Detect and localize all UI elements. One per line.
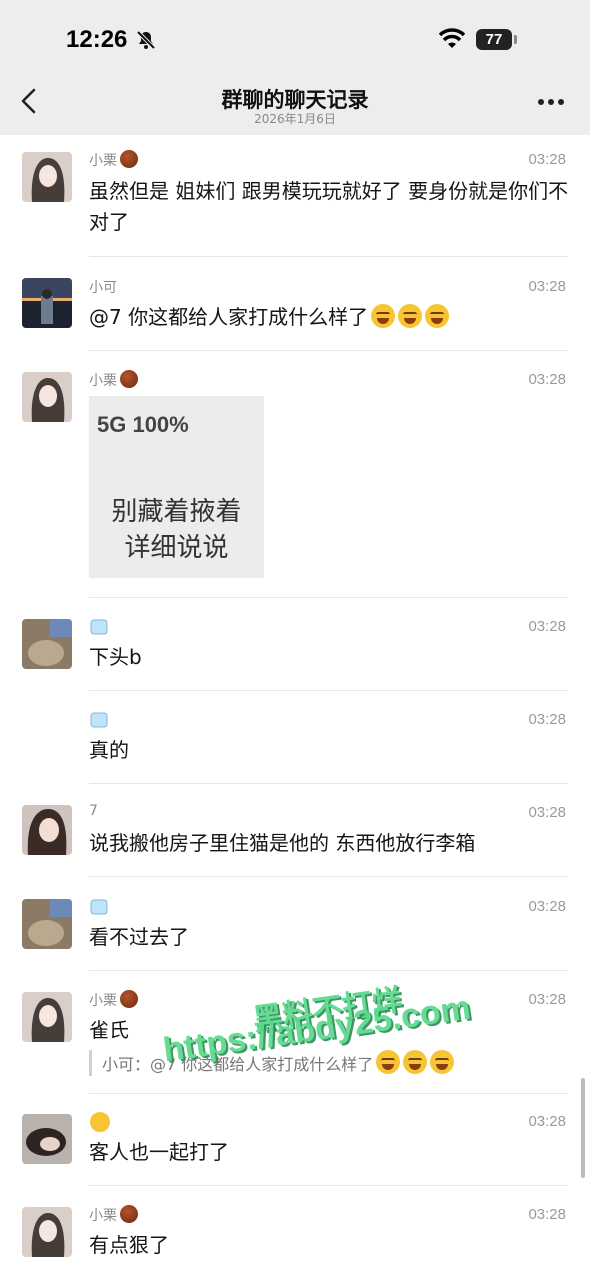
chat-header: 12:26 77 群聊的聊天记录 2026年1月6日: [0, 0, 590, 135]
divider: [89, 783, 568, 784]
avatar[interactable]: [22, 899, 72, 949]
battery-indicator: 77: [476, 29, 512, 50]
message-text: 说我搬他房子里住猫是他的 东西他放行李箱: [89, 831, 476, 855]
avatar[interactable]: [22, 619, 72, 669]
laugh-cry-emoji-icon: [371, 304, 396, 328]
message-time: 03:28: [528, 1113, 566, 1130]
sender-name: 小栗: [89, 370, 138, 390]
chestnut-icon: [120, 990, 138, 1008]
message-time: 03:28: [528, 1206, 566, 1223]
message-time: 03:28: [528, 618, 566, 635]
smile-emoji-icon: [90, 1112, 110, 1132]
ice-cube-icon: [90, 899, 108, 915]
sender-name: 小可: [89, 280, 117, 296]
laugh-cry-emoji-icon: [398, 304, 423, 328]
avatar[interactable]: [22, 805, 72, 855]
message-time: 03:28: [528, 278, 566, 295]
avatar[interactable]: [22, 1207, 72, 1257]
sender-name: 小栗: [89, 1205, 138, 1225]
laugh-cry-emoji-icon: [376, 1050, 401, 1074]
divider: [89, 690, 568, 691]
ice-cube-icon: [90, 619, 108, 635]
chestnut-icon: [120, 150, 138, 168]
sender-name: 小栗: [89, 990, 138, 1010]
message-time: 03:28: [528, 898, 566, 915]
sticker-text: 详细说说: [124, 533, 229, 563]
avatar[interactable]: [22, 372, 72, 422]
bell-slash-icon: [136, 30, 156, 50]
avatar[interactable]: [22, 992, 72, 1042]
divider: [89, 1185, 568, 1186]
avatar[interactable]: [22, 278, 72, 328]
sticker-status: 5G 100%: [97, 412, 189, 437]
laugh-cry-emoji-icon: [425, 304, 450, 328]
wifi-icon: [438, 28, 466, 48]
battery-cap: [514, 35, 517, 44]
chestnut-icon: [120, 1205, 138, 1223]
divider: [89, 1093, 568, 1094]
message-text: 有点狠了: [89, 1233, 169, 1257]
ice-cube-icon: [90, 712, 108, 728]
laugh-cry-emoji-icon: [403, 1050, 428, 1074]
message-text: 真的: [89, 738, 129, 762]
message-time: 03:28: [528, 151, 566, 168]
divider: [89, 597, 568, 598]
divider: [89, 970, 568, 971]
status-time: 12:26: [66, 26, 128, 53]
message-text: 客人也一起打了: [89, 1140, 229, 1164]
avatar[interactable]: [22, 152, 72, 202]
sender-name: 小栗: [89, 150, 138, 170]
divider: [89, 876, 568, 877]
avatar[interactable]: [22, 1114, 72, 1164]
divider: [89, 350, 568, 351]
message-text: 看不过去了: [89, 925, 189, 949]
chestnut-icon: [120, 370, 138, 388]
laugh-cry-emoji-icon: [430, 1050, 455, 1074]
message-time: 03:28: [528, 711, 566, 728]
page-subtitle: 2026年1月6日: [254, 112, 336, 126]
scrollbar[interactable]: [581, 1078, 585, 1178]
sender-name: 7: [89, 803, 98, 819]
message-time: 03:28: [528, 371, 566, 388]
sticker-image[interactable]: 5G 100% 别藏着掖着 详细说说: [89, 396, 264, 578]
message-text: @7 你这都给人家打成什么样了: [89, 302, 569, 333]
message-time: 03:28: [528, 991, 566, 1008]
message-time: 03:28: [528, 804, 566, 821]
divider: [89, 256, 568, 257]
more-icon[interactable]: [536, 94, 566, 110]
message-text: 下头b: [89, 645, 142, 669]
sticker-text: 别藏着掖着: [111, 497, 242, 527]
message-text: 虽然但是 姐妹们 跟男模玩玩就好了 要身份就是你们不对了: [89, 179, 569, 234]
